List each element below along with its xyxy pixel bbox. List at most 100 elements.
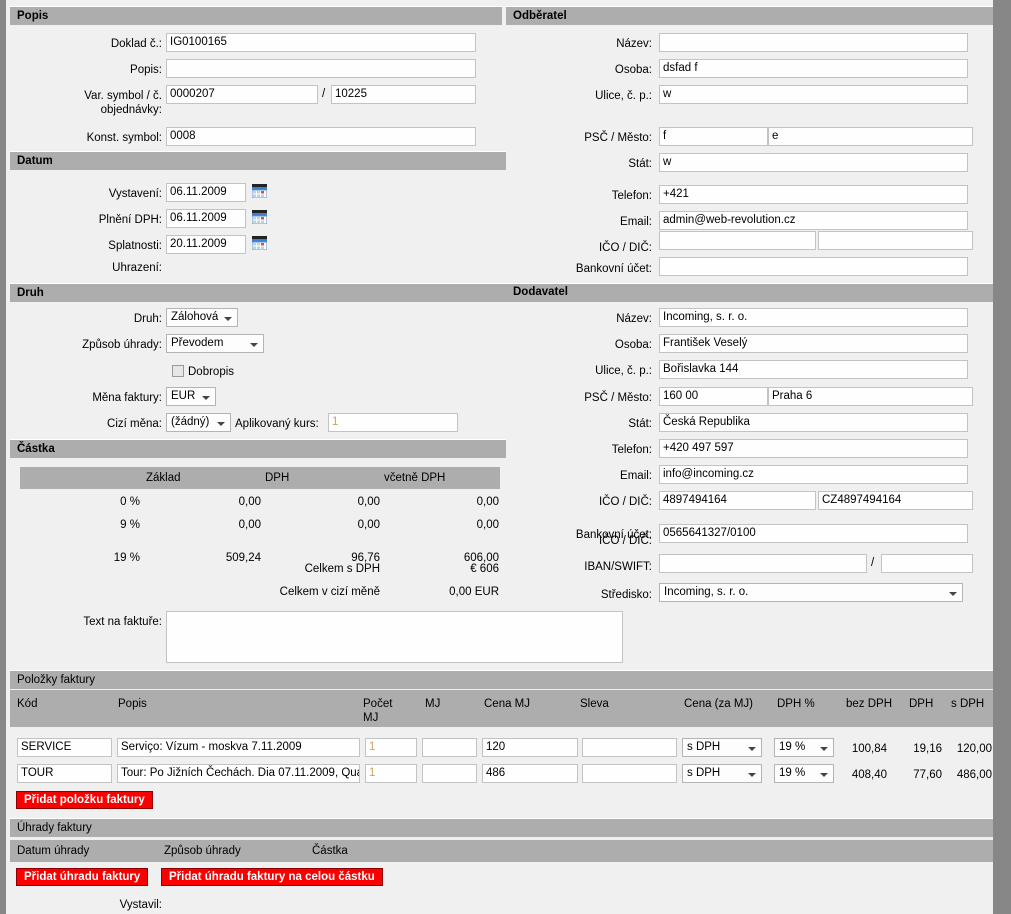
input-var-symbol[interactable]: 0000207 bbox=[166, 85, 318, 104]
checkbox-dobropis[interactable] bbox=[172, 365, 184, 377]
textarea-text-na-fakture[interactable] bbox=[166, 611, 623, 663]
invoice-form-page: Popis Doklad č.: IG0100165 Popis: Var. s… bbox=[6, 0, 993, 914]
select-zpusob-uhrady[interactable]: Převodem bbox=[166, 334, 264, 353]
input-item-cena-mj[interactable]: 486 bbox=[482, 764, 578, 783]
input-aplikovany-kurs[interactable]: 1 bbox=[328, 413, 458, 432]
value-item-dph: 77,60 bbox=[913, 769, 942, 781]
castka-vcetne: 0,00 bbox=[476, 496, 499, 508]
input-dodavatel-nazev[interactable]: Incoming, s. r. o. bbox=[659, 308, 968, 327]
label-dodavatel-ulice: Ulice, č. p.: bbox=[595, 365, 652, 377]
label-uhrazeni: Uhrazení: bbox=[112, 262, 162, 274]
add-payment-button[interactable]: Přidat úhradu faktury bbox=[16, 868, 149, 886]
input-item-mj[interactable] bbox=[422, 738, 477, 757]
input-item-sleva[interactable] bbox=[582, 764, 677, 783]
select-item-cena-za-mj-value: s DPH bbox=[687, 767, 721, 779]
input-odberatel-telefon[interactable]: +421 bbox=[659, 185, 968, 204]
input-item-mj[interactable] bbox=[422, 764, 477, 783]
input-odberatel-ico[interactable] bbox=[659, 231, 816, 250]
uhrady-col-castka: Částka bbox=[312, 845, 348, 857]
input-plneni-dph[interactable]: 06.11.2009 bbox=[166, 209, 246, 228]
input-item-popis[interactable]: Tour: Po Jižních Čechách. Dia 07.11.2009… bbox=[117, 764, 360, 783]
calendar-icon[interactable] bbox=[251, 184, 268, 199]
input-odberatel-stat[interactable]: w bbox=[659, 153, 968, 172]
input-odberatel-ulice[interactable]: w bbox=[659, 85, 968, 104]
chevron-down-icon bbox=[202, 396, 210, 400]
label-vystavil: Vystavil: bbox=[119, 899, 162, 911]
select-stredisko[interactable]: Incoming, s. r. o. bbox=[659, 583, 963, 602]
select-item-cena-za-mj[interactable]: s DPH bbox=[682, 764, 762, 783]
label-odberatel-banka: Bankovní účet: bbox=[575, 263, 652, 275]
chevron-down-icon bbox=[217, 422, 225, 426]
input-dodavatel-psc[interactable]: 160 00 bbox=[659, 387, 768, 406]
input-item-sleva[interactable] bbox=[582, 738, 677, 757]
label-aplikovany-kurs: Aplikovaný kurs: bbox=[235, 418, 319, 430]
select-item-cena-za-mj[interactable]: s DPH bbox=[682, 738, 762, 757]
label-zpusob-uhrady: Způsob úhrady: bbox=[82, 339, 162, 351]
calendar-icon[interactable] bbox=[251, 236, 268, 251]
select-mena-faktury[interactable]: EUR bbox=[166, 387, 216, 406]
calendar-icon[interactable] bbox=[251, 210, 268, 225]
chevron-down-icon bbox=[224, 317, 232, 321]
input-dodavatel-telefon[interactable]: +420 497 597 bbox=[659, 439, 968, 458]
polozky-col-popis: Popis bbox=[118, 698, 147, 710]
add-invoice-item-button[interactable]: Přidat položku faktury bbox=[16, 791, 153, 809]
input-dodavatel-iban[interactable] bbox=[659, 554, 867, 573]
input-objednavka[interactable]: 10225 bbox=[331, 85, 476, 104]
input-odberatel-banka[interactable] bbox=[659, 257, 968, 276]
value-item-dph: 19,16 bbox=[913, 743, 942, 755]
input-item-popis[interactable]: Serviço: Vízum - moskva 7.11.2009 bbox=[117, 738, 360, 757]
section-header-uhrady: Úhrady faktury bbox=[10, 818, 993, 837]
label-dodavatel-osoba: Osoba: bbox=[614, 339, 652, 351]
input-dodavatel-osoba[interactable]: František Veselý bbox=[659, 334, 968, 353]
label-popis: Popis: bbox=[130, 64, 162, 76]
label-vystaveni: Vystavení: bbox=[108, 188, 162, 200]
polozky-col-dph: DPH bbox=[909, 698, 934, 710]
section-header-datum: Datum bbox=[10, 151, 506, 170]
label-splatnosti: Splatnosti: bbox=[108, 240, 162, 252]
input-dodavatel-dic[interactable]: CZ4897494164 bbox=[818, 491, 973, 510]
input-vystaveni[interactable]: 06.11.2009 bbox=[166, 183, 246, 202]
input-dodavatel-ulice[interactable]: Bořislavka 144 bbox=[659, 360, 968, 379]
value-celkem-cizi-mena: 0,00 EUR bbox=[449, 586, 499, 598]
label-odberatel-osoba: Osoba: bbox=[614, 64, 652, 76]
value-item-s-dph: 120,00 bbox=[956, 743, 992, 755]
section-header-castka: Částka bbox=[10, 439, 506, 458]
input-odberatel-email[interactable]: admin@web-revolution.cz bbox=[659, 211, 968, 230]
input-item-kod[interactable]: TOUR bbox=[17, 764, 112, 783]
uhrady-table-header bbox=[10, 840, 993, 862]
input-doklad[interactable]: IG0100165 bbox=[166, 33, 476, 52]
label-dobropis: Dobropis bbox=[188, 366, 235, 378]
input-konst-symbol[interactable]: 0008 bbox=[166, 127, 476, 146]
input-item-pocet[interactable]: 1 bbox=[365, 738, 417, 757]
label-konst-symbol: Konst. symbol: bbox=[86, 132, 162, 144]
add-full-payment-button[interactable]: Přidat úhradu faktury na celou částku bbox=[161, 868, 383, 886]
input-dodavatel-banka[interactable]: 0565641327/0100 bbox=[659, 524, 968, 543]
input-odberatel-dic[interactable] bbox=[818, 231, 973, 250]
input-item-cena-mj[interactable]: 120 bbox=[482, 738, 578, 757]
input-dodavatel-mesto[interactable]: Praha 6 bbox=[768, 387, 973, 406]
input-odberatel-osoba[interactable]: dsfad f bbox=[659, 59, 968, 78]
select-druh[interactable]: Zálohová bbox=[166, 308, 238, 327]
polozky-col-s-dph: s DPH bbox=[951, 698, 985, 710]
castka-rate: 19 % bbox=[113, 552, 140, 564]
input-odberatel-mesto[interactable]: e bbox=[768, 127, 973, 146]
select-cizi-mena[interactable]: (žádný) bbox=[166, 413, 231, 432]
right-rail bbox=[993, 0, 1011, 914]
chevron-down-icon bbox=[748, 773, 756, 777]
input-item-pocet[interactable]: 1 bbox=[365, 764, 417, 783]
value-celkem-s-dph: € 606 bbox=[470, 563, 499, 575]
input-dodavatel-ico[interactable]: 4897494164 bbox=[659, 491, 816, 510]
value-item-bez-dph: 100,84 bbox=[851, 743, 887, 755]
input-dodavatel-stat[interactable]: Česká Republika bbox=[659, 413, 968, 432]
input-item-kod[interactable]: SERVICE bbox=[17, 738, 112, 757]
select-item-dph-pct-value: 19 % bbox=[779, 767, 806, 779]
input-odberatel-psc[interactable]: f bbox=[659, 127, 768, 146]
input-dodavatel-email[interactable]: info@incoming.cz bbox=[659, 465, 968, 484]
label-doklad: Doklad č.: bbox=[110, 38, 162, 50]
input-popis[interactable] bbox=[166, 59, 476, 78]
castka-zaklad: 0,00 bbox=[238, 496, 261, 508]
input-splatnosti[interactable]: 20.11.2009 bbox=[166, 235, 246, 254]
input-odberatel-nazev[interactable] bbox=[659, 33, 968, 52]
label-celkem-cizi-mena: Celkem v cizí měně bbox=[279, 586, 380, 598]
input-dodavatel-swift[interactable] bbox=[881, 554, 973, 573]
